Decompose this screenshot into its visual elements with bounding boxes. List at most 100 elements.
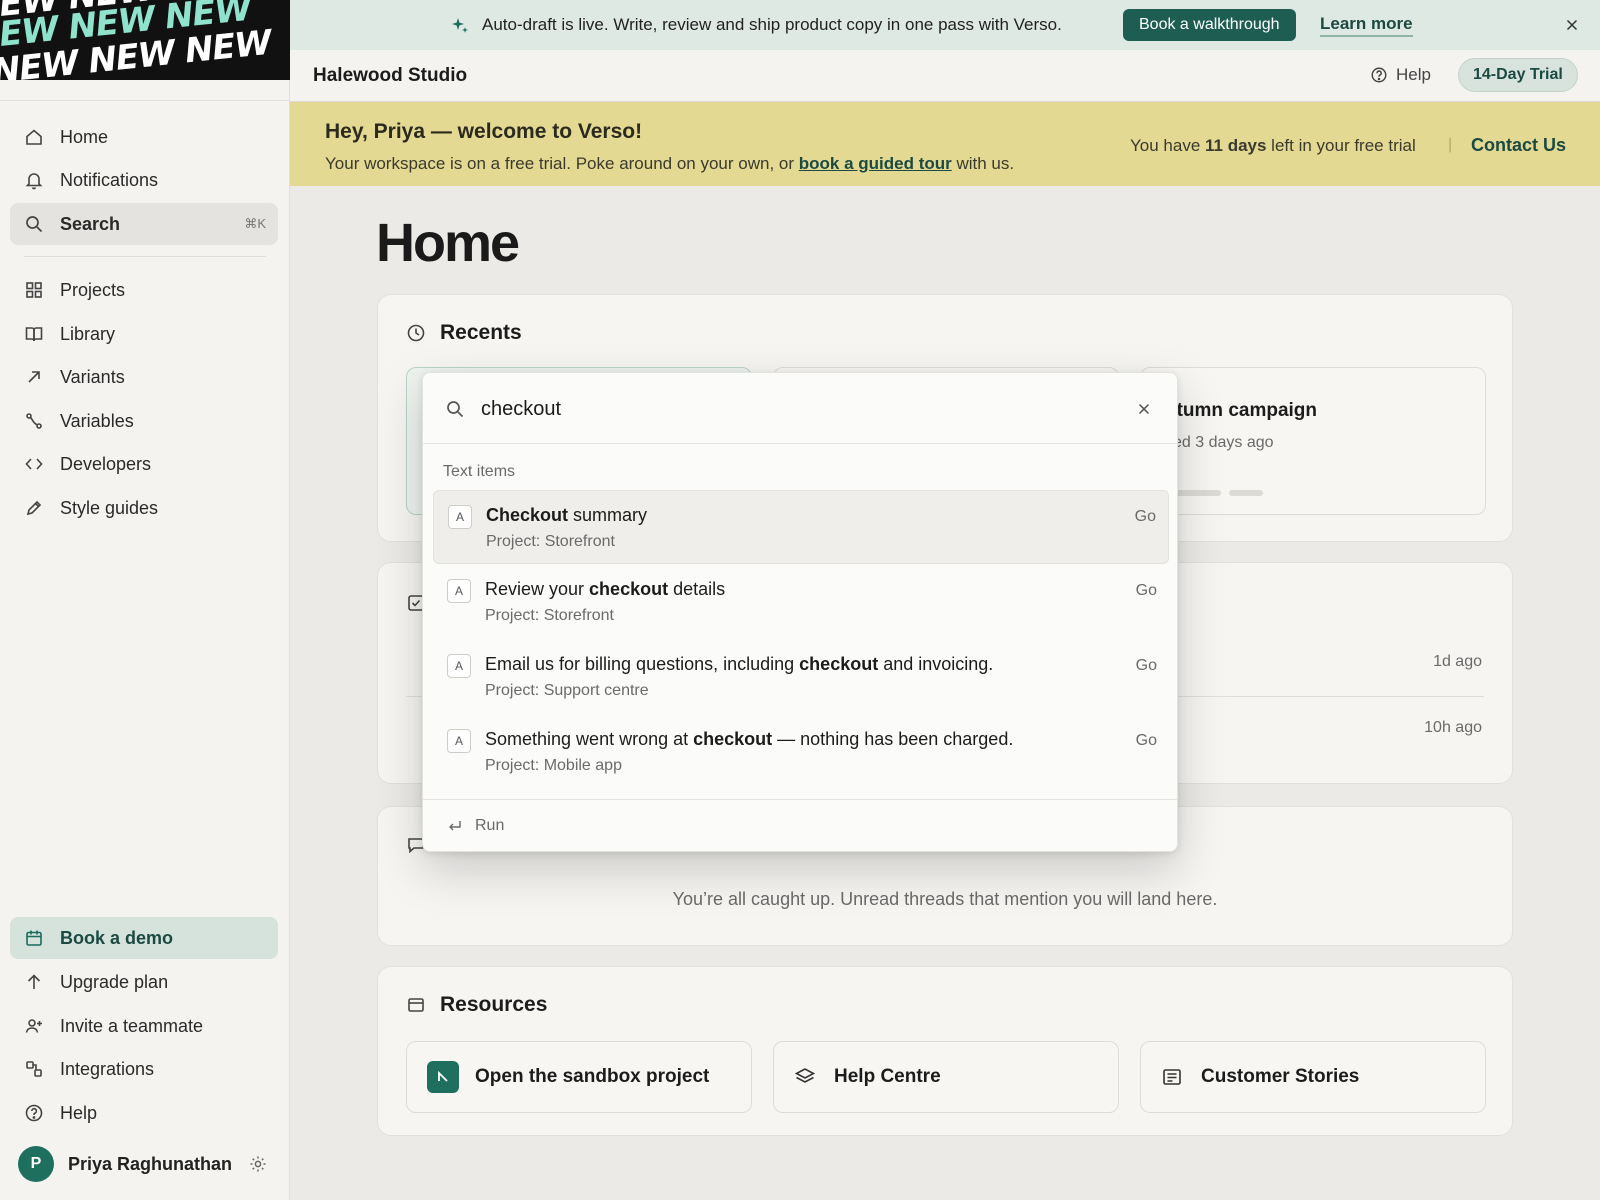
- resource-label: Customer Stories: [1201, 1066, 1360, 1087]
- go-button[interactable]: Go: [1136, 732, 1157, 750]
- page-title: Home: [376, 213, 520, 273]
- sidebar-item-help[interactable]: Help: [10, 1092, 278, 1134]
- trial-days-left: You have 11 days left in your free trial: [1130, 136, 1416, 156]
- result-title: Review your checkout details: [485, 579, 725, 600]
- recents-heading: Recents: [406, 321, 522, 345]
- result-match: checkout: [799, 654, 879, 674]
- activity-time: 1d ago: [1433, 653, 1482, 670]
- welcome-banner: Hey, Priya — welcome to Verso! Your work…: [290, 102, 1600, 186]
- sidebar-item-variables[interactable]: Variables: [10, 400, 278, 442]
- sidebar-item-book-demo[interactable]: Book a demo: [10, 917, 278, 959]
- arrow-up-icon: [27, 974, 41, 989]
- puzzle-icon: [26, 1061, 42, 1077]
- result-match: Checkout: [486, 505, 569, 525]
- sidebar-item-label: Library: [60, 323, 116, 344]
- enter-key-icon: [449, 821, 461, 831]
- search-result[interactable]: A Review your checkout details Project: …: [433, 565, 1169, 639]
- text-item-badge: A: [447, 654, 471, 678]
- sidebar-item-label: Developers: [60, 453, 152, 474]
- sandbox-icon: [427, 1061, 459, 1093]
- sidebar-item-label: Notifications: [60, 169, 159, 190]
- top-header: Halewood Studio Help 14-Day Trial: [290, 50, 1600, 102]
- sidebar-item-label: Help: [60, 1102, 98, 1123]
- workspace-name[interactable]: Halewood Studio: [313, 65, 467, 87]
- layers-icon: [794, 1068, 816, 1083]
- modal-divider: [423, 443, 1177, 444]
- modal-divider: [423, 799, 1177, 800]
- sidebar-divider: [0, 100, 290, 101]
- sidebar-item-library[interactable]: Library: [10, 313, 278, 355]
- sidebar-item-label: Variables: [60, 410, 134, 431]
- learn-more-link[interactable]: Learn more: [1320, 14, 1413, 37]
- announcement-message: Auto-draft is live. Write, review and sh…: [482, 15, 1062, 34]
- sidebar-item-notifications[interactable]: Notifications: [10, 159, 278, 201]
- search-icon: [26, 216, 43, 233]
- calendar-icon: [26, 930, 42, 946]
- help-button[interactable]: Help: [1370, 65, 1431, 85]
- recent-tile[interactable]: utumn campaign ited 3 days ago: [1140, 367, 1486, 515]
- sidebar-item-upgrade-plan[interactable]: Upgrade plan: [10, 961, 278, 1003]
- resources-card: Resources Open the sandbox project Help …: [377, 966, 1513, 1136]
- welcome-title: Hey, Priya — welcome to Verso!: [325, 120, 643, 143]
- avatar: P: [18, 1146, 54, 1182]
- search-input[interactable]: [481, 391, 1101, 427]
- verso-logo[interactable]: NEW NEW NEW NEW NEW NEW NEW NEW NEW: [0, 0, 290, 80]
- go-button[interactable]: Go: [1136, 657, 1157, 675]
- newspaper-icon: [1163, 1069, 1181, 1085]
- sidebar-item-style-guides[interactable]: Style guides: [10, 487, 278, 529]
- sidebar-item-label: Book a demo: [60, 927, 174, 948]
- book-icon: [25, 327, 43, 342]
- help-centre-tile[interactable]: Help Centre: [773, 1041, 1119, 1113]
- sandbox-project-tile[interactable]: Open the sandbox project: [406, 1041, 752, 1113]
- result-text: summary: [568, 505, 648, 525]
- sidebar: NEW NEW NEW NEW NEW NEW NEW NEW NEW Home…: [0, 0, 290, 1200]
- search-result[interactable]: A Something went wrong at checkout — not…: [433, 715, 1169, 789]
- result-project: Project: Mobile app: [485, 757, 622, 774]
- sidebar-item-developers[interactable]: Developers: [10, 443, 278, 485]
- sidebar-item-label: Integrations: [60, 1058, 155, 1079]
- text-item-badge: A: [447, 579, 471, 603]
- book-walkthrough-button[interactable]: Book a walkthrough: [1123, 9, 1296, 41]
- trial-text: left in your free trial: [1266, 136, 1416, 155]
- result-text: — nothing has been charged.: [772, 729, 1014, 749]
- help-icon: [25, 1104, 43, 1122]
- trial-days-count: 11 days: [1205, 136, 1267, 155]
- customer-stories-tile[interactable]: Customer Stories: [1140, 1041, 1486, 1113]
- result-text: Email us for billing questions, includin…: [485, 654, 800, 674]
- contact-us-link[interactable]: Contact Us: [1471, 135, 1566, 156]
- arrow-up-right-icon: [28, 371, 40, 383]
- result-project: Project: Storefront: [486, 533, 615, 550]
- trial-badge[interactable]: 14-Day Trial: [1458, 58, 1578, 92]
- sidebar-item-invite-teammate[interactable]: Invite a teammate: [10, 1005, 278, 1047]
- sidebar-item-projects[interactable]: Projects: [10, 269, 278, 311]
- result-title: Checkout summary: [486, 505, 647, 526]
- go-button[interactable]: Go: [1135, 508, 1156, 526]
- close-icon[interactable]: [1135, 400, 1153, 418]
- recent-tile-name: utumn campaign: [1165, 400, 1318, 421]
- resource-label: Open the sandbox project: [475, 1066, 710, 1087]
- search-result[interactable]: A Checkout summary Project: Storefront G…: [433, 490, 1169, 564]
- search-result[interactable]: A Email us for billing questions, includ…: [433, 640, 1169, 714]
- user-profile[interactable]: P Priya Raghunathan: [18, 1146, 278, 1182]
- home-icon: [26, 129, 42, 145]
- run-hint[interactable]: Run: [447, 817, 504, 835]
- code-icon: [25, 458, 43, 470]
- sidebar-item-integrations[interactable]: Integrations: [10, 1048, 278, 1090]
- run-label: Run: [475, 817, 505, 834]
- close-icon[interactable]: [1563, 16, 1581, 34]
- result-match: checkout: [589, 579, 669, 599]
- sidebar-item-label: Upgrade plan: [60, 971, 169, 992]
- sidebar-item-home[interactable]: Home: [10, 116, 278, 158]
- guided-tour-link[interactable]: book a guided tour: [799, 154, 952, 173]
- result-project: Project: Support centre: [485, 682, 649, 699]
- text-item-badge: A: [448, 505, 472, 529]
- banner-separator: |: [1448, 136, 1453, 153]
- user-plus-icon: [25, 1019, 42, 1033]
- activity-time: 10h ago: [1424, 719, 1482, 736]
- sidebar-item-search[interactable]: Search ⌘K: [10, 203, 278, 245]
- sidebar-item-variants[interactable]: Variants: [10, 356, 278, 398]
- gear-icon[interactable]: [248, 1154, 268, 1174]
- go-button[interactable]: Go: [1136, 582, 1157, 600]
- window-icon: [408, 998, 424, 1012]
- search-icon: [447, 401, 464, 418]
